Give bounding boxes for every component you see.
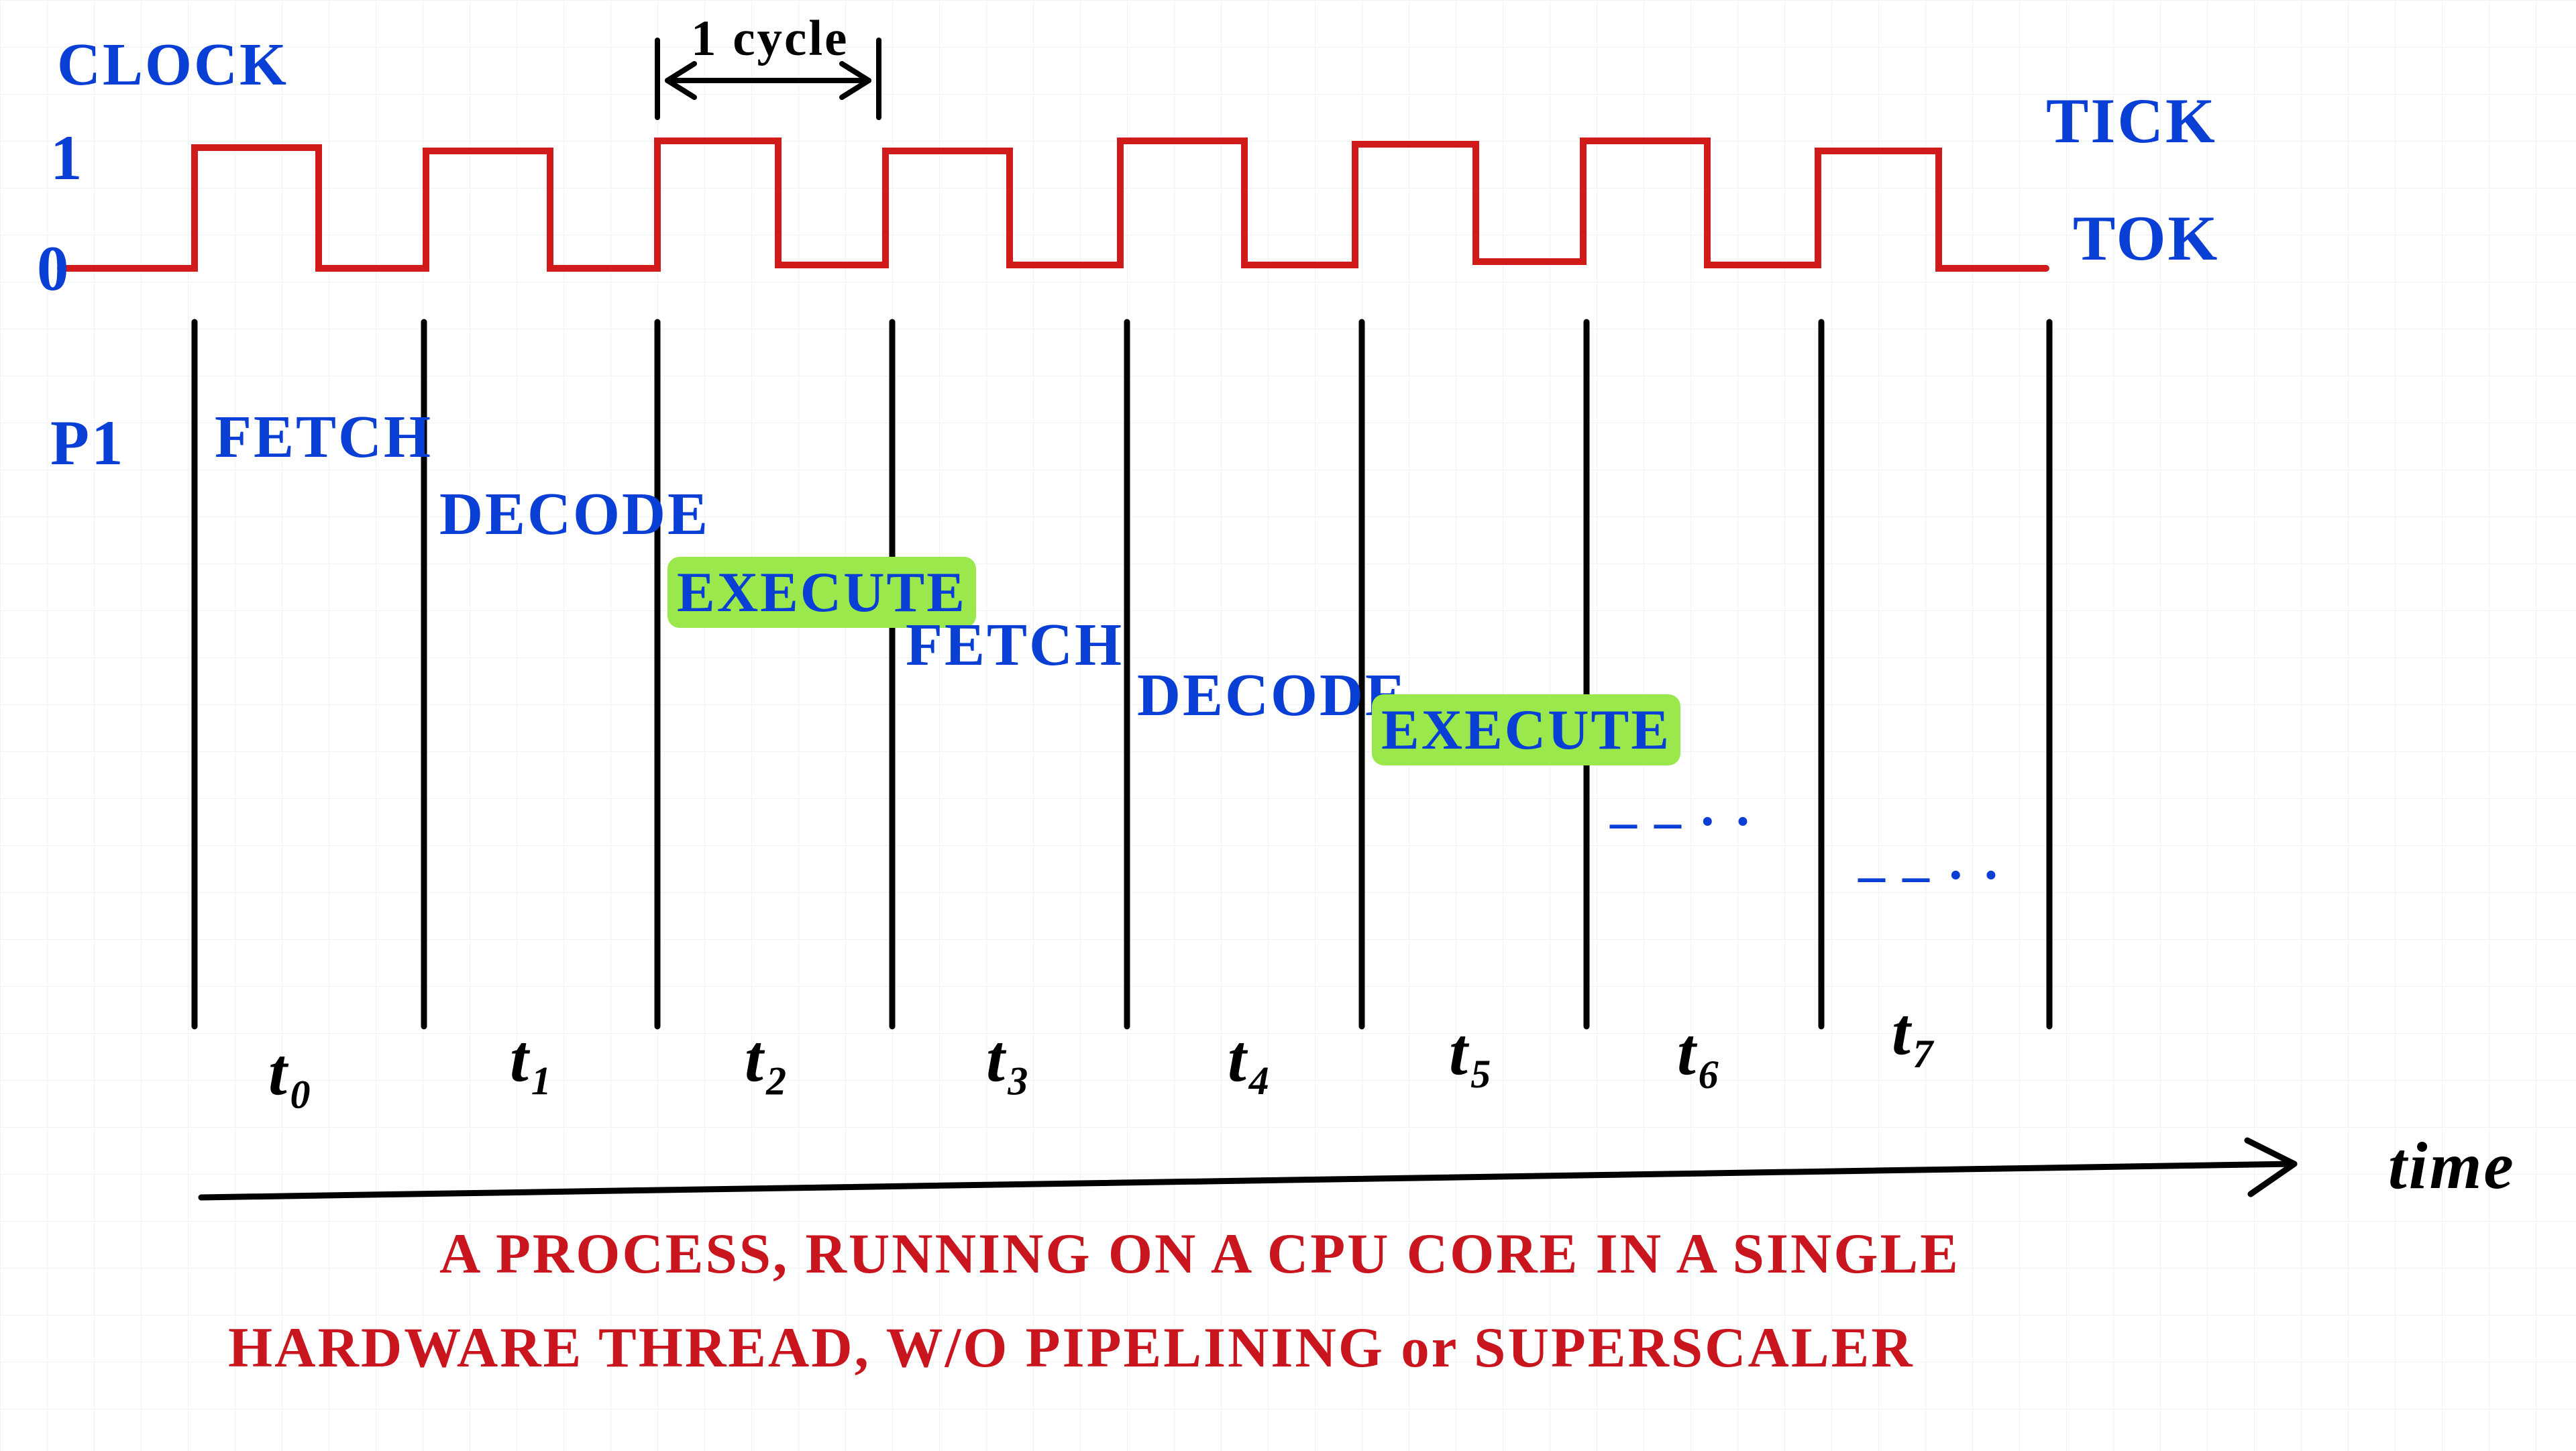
clock-zero: 0	[37, 231, 71, 305]
t6: t₆	[1677, 1013, 1723, 1090]
t0: t₀	[268, 1033, 315, 1110]
cycle-label: 1 cycle	[691, 10, 849, 68]
t1: t₁	[510, 1020, 556, 1097]
caption-line1: A PROCESS, RUNNING ON A CPU CORE IN A SI…	[439, 1221, 1960, 1287]
stage-3: FETCH	[906, 610, 1124, 680]
tok-label: TOK	[2073, 201, 2219, 275]
stage-0: FETCH	[215, 402, 433, 472]
t7: t₇	[1892, 993, 1938, 1070]
t2: t₂	[745, 1020, 791, 1097]
t3: t₃	[986, 1020, 1032, 1097]
stage-5: EXECUTE	[1372, 694, 1680, 765]
axis-label: time	[2388, 1127, 2516, 1204]
tick-label: TICK	[2046, 84, 2217, 158]
stage-1: DECODE	[439, 480, 710, 549]
caption-line2: HARDWARE THREAD, W/O PIPELINING or SUPER…	[228, 1315, 1915, 1381]
t5: t₅	[1449, 1013, 1495, 1090]
clock-label: CLOCK	[57, 30, 288, 99]
continuation-0: – – · ·	[1610, 792, 1754, 853]
process-label: P1	[50, 406, 125, 480]
continuation-1: – – · ·	[1858, 845, 2002, 906]
stage-4: DECODE	[1137, 661, 1407, 730]
t4: t₄	[1228, 1020, 1274, 1097]
clock-one: 1	[50, 121, 85, 195]
